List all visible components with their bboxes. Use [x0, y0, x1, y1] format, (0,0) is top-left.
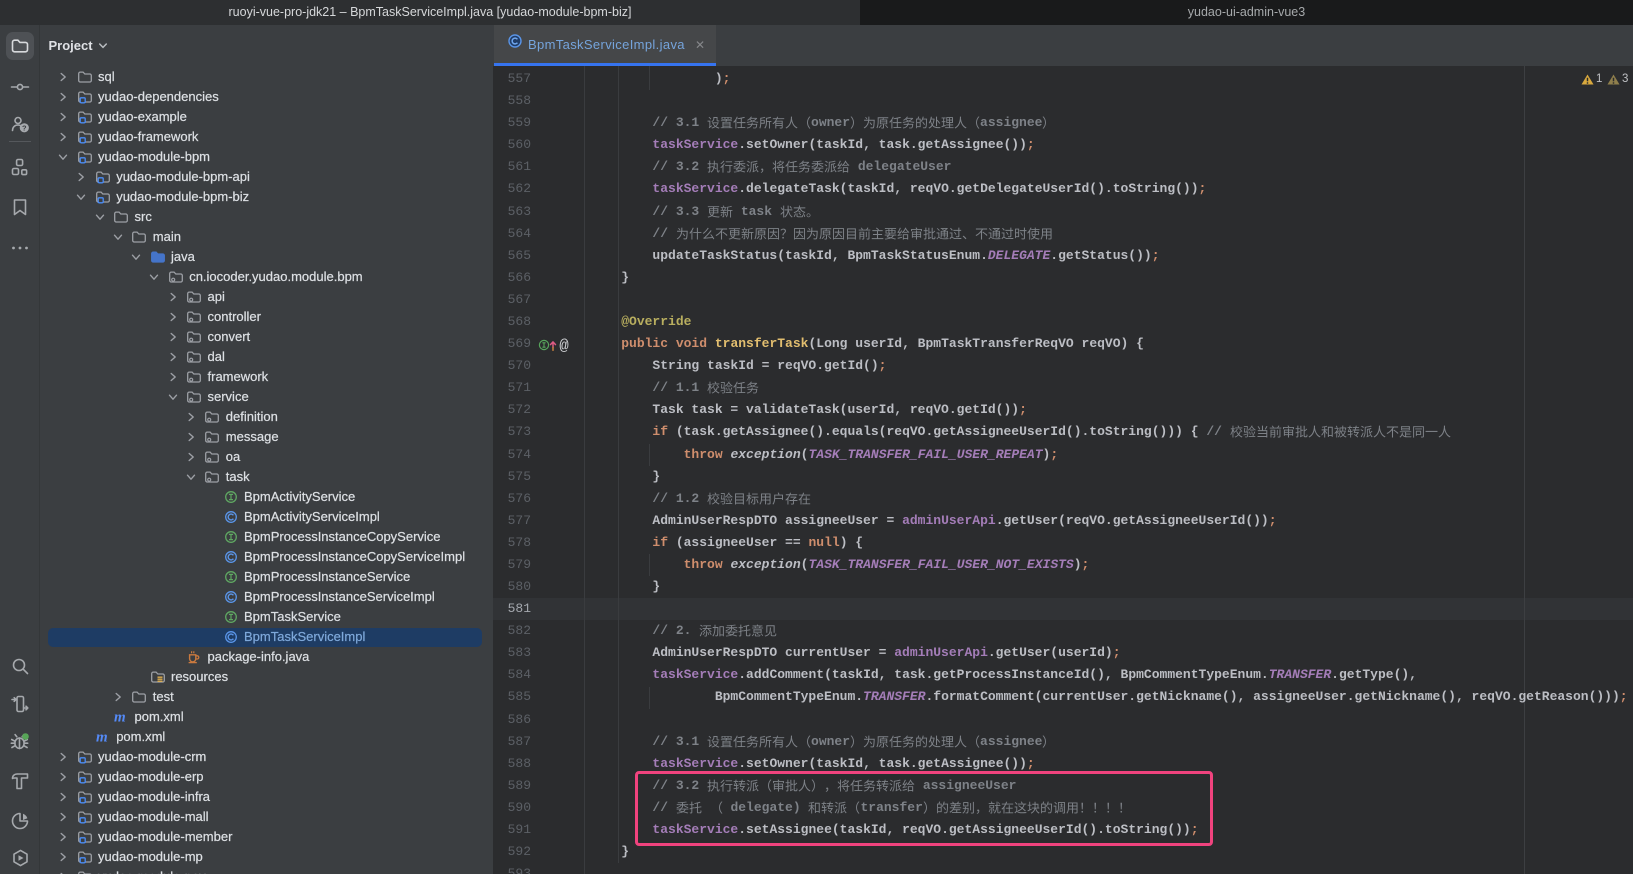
- svg-text:?: ?: [22, 124, 27, 133]
